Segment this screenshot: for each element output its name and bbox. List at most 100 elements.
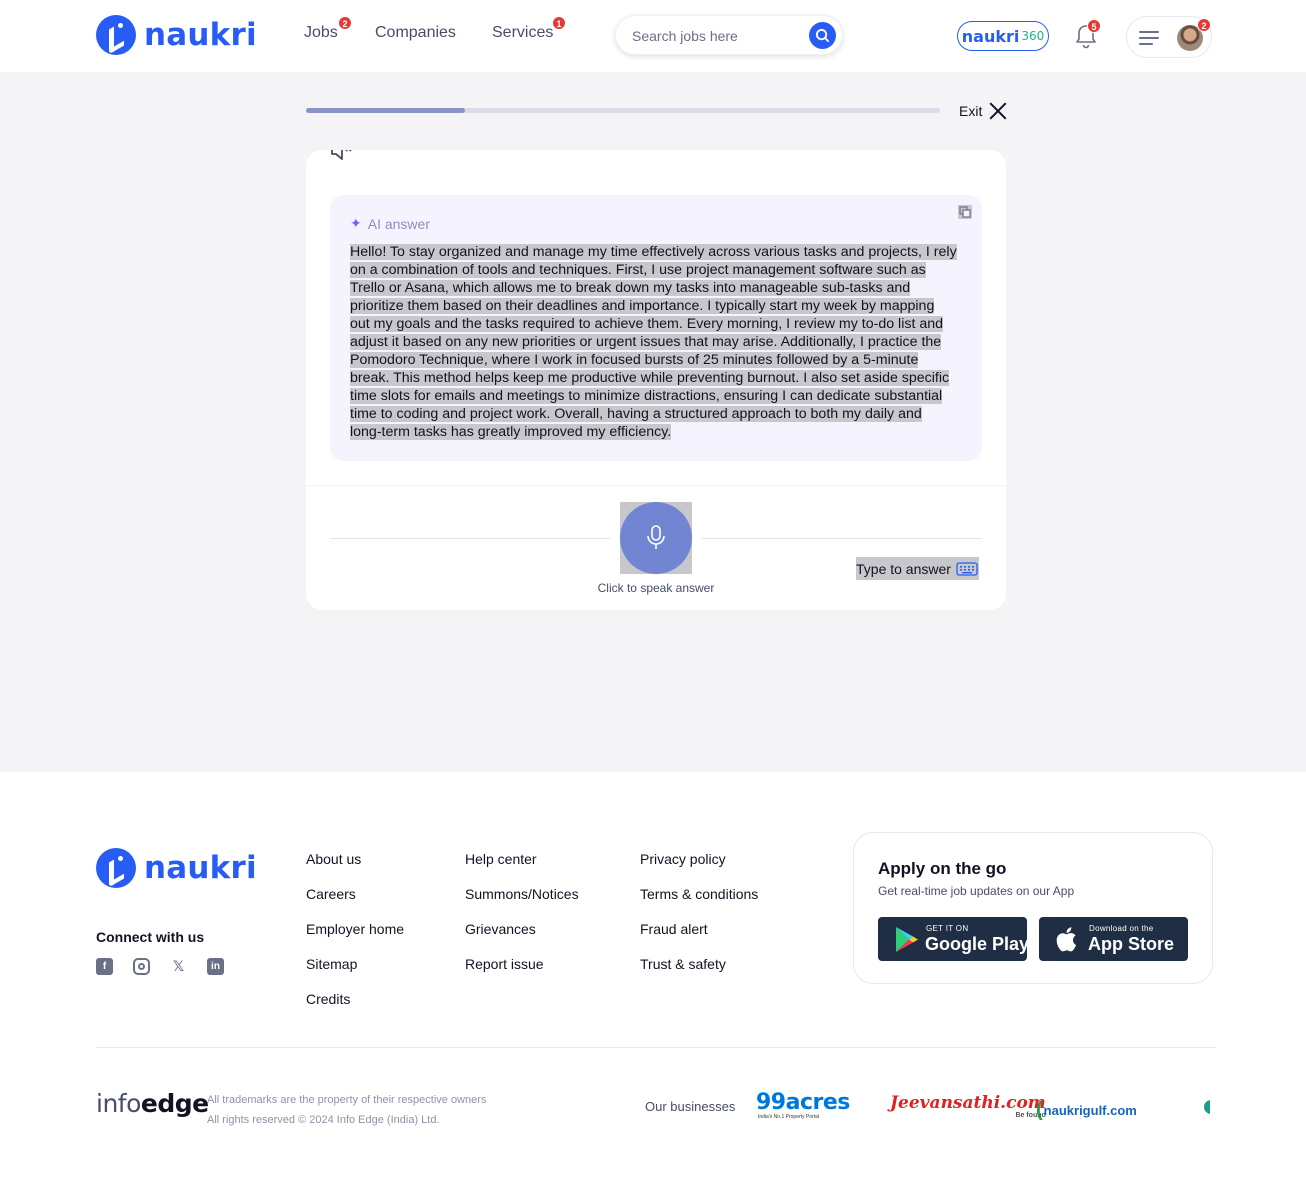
ai-answer-line: Trello or Asana, which allows me to brea… (350, 279, 962, 297)
notifications-button[interactable]: 5 (1073, 19, 1101, 50)
footer-link[interactable]: Terms & conditions (640, 885, 758, 903)
ai-answer-line-text: Hello! To stay organized and manage my t… (350, 244, 957, 260)
footer-link[interactable]: Privacy policy (640, 850, 758, 868)
assessment-area: Exit ✦ AI answer Hello! To stay organize… (0, 72, 1306, 772)
progress-bar (306, 108, 940, 113)
speak-answer-button[interactable] (620, 502, 692, 574)
exit-button[interactable]: Exit (959, 101, 1008, 121)
footer-links-col-1: About us Careers Employer home Sitemap C… (306, 850, 404, 1025)
infoedge-logo-b: edge (140, 1089, 209, 1118)
app-store-big: App Store (1088, 934, 1175, 954)
job-search-bar (615, 15, 843, 55)
99acres-text: 99acres (756, 1090, 850, 1115)
footer-logo[interactable]: naukri (96, 848, 257, 888)
answer-controls: Click to speak answer Type to answer (306, 485, 1006, 610)
naukrigulf-logo[interactable]: ( naukrigulf.com (1036, 1099, 1137, 1122)
jeevansathi-text: Jeevansathi.com (890, 1093, 1046, 1113)
brand-name: naukri (144, 17, 257, 53)
footer-link[interactable]: Trust & safety (640, 955, 758, 973)
ai-answer-line: on a combination of tools and techniques… (350, 261, 962, 279)
footer-link[interactable]: Credits (306, 990, 404, 1008)
google-play-big: Google Play (925, 934, 1030, 954)
type-answer-button[interactable]: Type to answer (856, 557, 979, 580)
ai-answer-box: ✦ AI answer Hello! To stay organized and… (330, 195, 982, 461)
ai-answer-line-text: break. This method helps keep me product… (350, 370, 950, 386)
mute-icon[interactable] (330, 150, 356, 162)
jobs-badge: 2 (338, 16, 352, 30)
ai-answer-line-text: Trello or Asana, which allows me to brea… (350, 280, 911, 296)
ai-answer-line-text: long-term tasks has greatly improved my … (350, 424, 672, 440)
exit-label: Exit (959, 103, 983, 119)
footer-link[interactable]: Sitemap (306, 955, 404, 973)
app-store-button[interactable]: Download on the App Store (1039, 917, 1188, 961)
nav-jobs[interactable]: Jobs 2 (304, 16, 352, 42)
speak-answer-label: Click to speak answer (597, 581, 715, 595)
x-twitter-icon[interactable]: 𝕏 (170, 958, 187, 975)
nav-jobs-label: Jobs (304, 24, 338, 41)
google-play-small: GET IT ON (926, 924, 969, 933)
footer-link[interactable]: Help center (465, 850, 579, 868)
infoedge-logo[interactable]: infoedge (96, 1089, 209, 1118)
profile-badge: 2 (1197, 18, 1211, 32)
nav-services[interactable]: Services 1 (492, 16, 566, 42)
google-play-button[interactable]: GET IT ON Google Play (878, 917, 1030, 961)
footer-link[interactable]: Careers (306, 885, 404, 903)
our-businesses-label: Our businesses (645, 1099, 736, 1114)
ai-answer-line-text: adjust it based on any new priorities or… (350, 334, 942, 350)
legal-line-2: All rights reserved © 2024 Info Edge (In… (207, 1114, 440, 1126)
more-businesses-logo[interactable] (1204, 1094, 1210, 1120)
naukri-logo-icon (96, 15, 136, 55)
linkedin-icon[interactable]: in (207, 958, 224, 975)
app-store-small: Download on the (1089, 924, 1154, 933)
social-links: f 𝕏 in (96, 958, 244, 975)
footer-link[interactable]: Report issue (465, 955, 579, 973)
legal-text: All trademarks are the property of their… (207, 1090, 486, 1130)
nav-companies[interactable]: Companies (375, 24, 456, 42)
nav-companies-label: Companies (375, 24, 456, 41)
naukri360-brand: naukri (961, 26, 1020, 46)
infoedge-logo-a: info (96, 1089, 141, 1118)
ai-answer-line-text: time to coding and project work. Overall… (350, 406, 922, 422)
mic-highlight (620, 502, 692, 574)
keyboard-icon (955, 557, 979, 580)
notifications-badge: 5 (1087, 19, 1101, 33)
ai-answer-header: ✦ AI answer (350, 215, 430, 232)
naukrigulf-icon: ( (1036, 1099, 1043, 1121)
right-divider (702, 538, 982, 539)
sparkle-icon: ✦ (350, 215, 362, 231)
ai-answer-line: adjust it based on any new priorities or… (350, 333, 962, 351)
search-input[interactable] (632, 25, 802, 47)
footer-links-col-2: Help center Summons/Notices Grievances R… (465, 850, 579, 990)
facebook-icon[interactable]: f (96, 958, 113, 975)
ai-answer-line: prioritize them based on their deadlines… (350, 297, 962, 315)
app-download-box: Apply on the go Get real-time job update… (853, 832, 1213, 984)
instagram-icon[interactable] (133, 958, 150, 975)
footer-link[interactable]: Summons/Notices (465, 885, 579, 903)
ai-answer-line-text: out my goals and the tasks required to a… (350, 316, 944, 332)
copy-icon[interactable] (958, 205, 972, 219)
ai-answer-line: long-term tasks has greatly improved my … (350, 423, 962, 441)
ai-answer-label: AI answer (367, 215, 430, 232)
profile-menu[interactable]: 2 (1126, 16, 1212, 58)
search-icon (815, 28, 830, 43)
footer-link[interactable]: Grievances (465, 920, 579, 938)
hamburger-icon (1139, 31, 1159, 49)
naukri-logo-icon (96, 848, 136, 888)
ai-answer-line: time to coding and project work. Overall… (350, 405, 962, 423)
footer-link[interactable]: Employer home (306, 920, 404, 938)
ai-answer-line: time slots for emails and meetings to mi… (350, 387, 962, 405)
ai-answer-line: break. This method helps keep me product… (350, 369, 962, 387)
naukri360-button[interactable]: naukri 360 (957, 21, 1049, 51)
naukri-logo[interactable]: naukri (96, 15, 257, 55)
footer-brand-name: naukri (144, 850, 257, 886)
app-subtitle: Get real-time job updates on our App (878, 884, 1075, 898)
naukrigulf-text: naukrigulf.com (1043, 1103, 1137, 1118)
search-button[interactable] (809, 22, 836, 49)
footer-link[interactable]: Fraud alert (640, 920, 758, 938)
footer-link[interactable]: About us (306, 850, 404, 868)
99acres-logo[interactable]: 99acres India's No.1 Property Portal (756, 1090, 850, 1121)
question-card: ✦ AI answer Hello! To stay organized and… (306, 150, 1006, 610)
jeevansathi-logo[interactable]: Jeevansathi.com Be found (890, 1094, 1046, 1119)
ai-answer-line-text: on a combination of tools and techniques… (350, 262, 926, 278)
app-title: Apply on the go (878, 859, 1007, 878)
